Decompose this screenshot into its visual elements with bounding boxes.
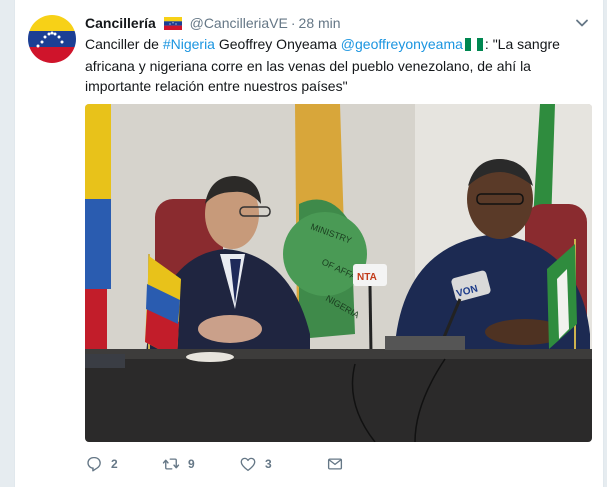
timestamp[interactable]: 28 min: [299, 15, 341, 31]
tweet-photo[interactable]: MINISTRY OF AFFAIRS NIGERIA NTA VON: [85, 104, 592, 442]
tweet-card[interactable]: Cancillería @CancilleriaVE · 28 min Cancil…: [14, 0, 604, 487]
mic-label: NTA: [357, 272, 377, 283]
like-button[interactable]: 3: [239, 455, 326, 473]
direct-message-button[interactable]: [326, 455, 344, 473]
chevron-down-icon[interactable]: [575, 16, 589, 30]
tweet-actions: 2 9 3: [85, 453, 344, 475]
retweet-count: 9: [188, 457, 195, 471]
heart-icon: [240, 457, 256, 472]
user-handle[interactable]: @CancilleriaVE: [190, 15, 288, 31]
reply-count: 2: [111, 457, 118, 471]
mention-link[interactable]: @geoffreyonyeama: [341, 36, 463, 52]
retweet-icon: [162, 458, 180, 470]
tweet-text-part: Canciller de: [85, 36, 163, 52]
display-name[interactable]: Cancillería: [85, 15, 156, 31]
like-count: 3: [265, 457, 272, 471]
envelope-icon: [327, 458, 343, 470]
photo-image: MINISTRY OF AFFAIRS NIGERIA NTA VON: [85, 104, 592, 442]
tweet-text-part: Geoffrey Onyeama: [214, 36, 341, 52]
reply-icon: [87, 456, 101, 472]
tweet-text: Canciller de #Nigeria Geoffrey Onyeama @…: [85, 34, 585, 96]
retweet-button[interactable]: 9: [162, 455, 239, 473]
nigeria-flag-icon: [464, 36, 483, 56]
reply-button[interactable]: 2: [85, 455, 162, 473]
venezuela-flag-icon: [163, 16, 182, 34]
venezuela-flag-avatar: [28, 15, 76, 63]
separator-dot: ·: [290, 15, 296, 31]
hashtag-link[interactable]: #Nigeria: [163, 36, 215, 52]
tweet-header: Cancillería @CancilleriaVE · 28 min: [85, 14, 341, 32]
avatar[interactable]: [28, 15, 76, 63]
